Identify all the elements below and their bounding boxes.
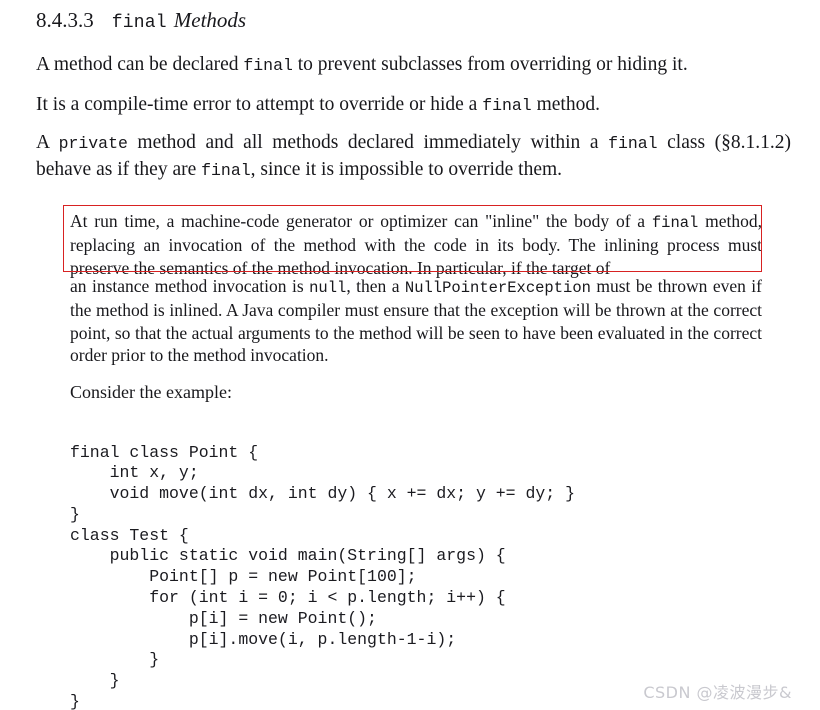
note-paragraph-remainder: an instance method invocation is null, t…: [70, 275, 762, 367]
code-block-point-test: final class Point { int x, y; void move(…: [70, 442, 575, 710]
paragraph-1-text-a: A method can be declared: [36, 54, 244, 75]
document-page: 8.4.3.3 final Methods A method can be decl…: [0, 0, 820, 710]
section-heading: 8.4.3.3 final Methods: [36, 6, 246, 37]
inline-code-final-1: final: [243, 56, 293, 75]
paragraph-compile-time-error: It is a compile-time error to attempt to…: [36, 92, 791, 119]
inline-code-final-5: final: [651, 214, 699, 232]
inline-code-final-2: final: [482, 96, 532, 115]
paragraph-declared-final: A method can be declared final to preven…: [36, 52, 791, 79]
inline-code-final-3: final: [608, 134, 658, 153]
inline-code-final-4: final: [201, 161, 251, 180]
paragraph-2-text-b: method.: [531, 94, 600, 115]
note-rest-text-b: , then a: [346, 276, 405, 296]
paragraph-1-text-b: to prevent subclasses from overriding or…: [292, 54, 688, 75]
inline-code-nullpointerexception: NullPointerException: [404, 279, 591, 297]
paragraph-private-methods: A private method and all methods declare…: [36, 130, 791, 184]
section-heading-title: Methods: [173, 8, 247, 32]
section-number: 8.4.3.3: [36, 8, 94, 32]
note-text-a: At run time, a machine-code generator or…: [70, 211, 652, 231]
csdn-watermark: CSDN @凌波漫步&: [643, 683, 792, 702]
paragraph-3-text-b: method and all methods declared immediat…: [127, 132, 609, 153]
note-rest-text-a: an instance method invocation is: [70, 276, 310, 296]
paragraph-3-text-d: , since it is impossible to override the…: [250, 159, 563, 180]
inline-code-private: private: [58, 134, 128, 153]
section-heading-keyword: final: [111, 13, 167, 33]
inline-code-null: null: [309, 279, 347, 297]
consider-example-label: Consider the example:: [70, 382, 232, 402]
paragraph-2-text-a: It is a compile-time error to attempt to…: [36, 94, 483, 115]
paragraph-3-text-a: A: [36, 132, 59, 153]
note-paragraph-highlighted: At run time, a machine-code generator or…: [70, 210, 762, 279]
